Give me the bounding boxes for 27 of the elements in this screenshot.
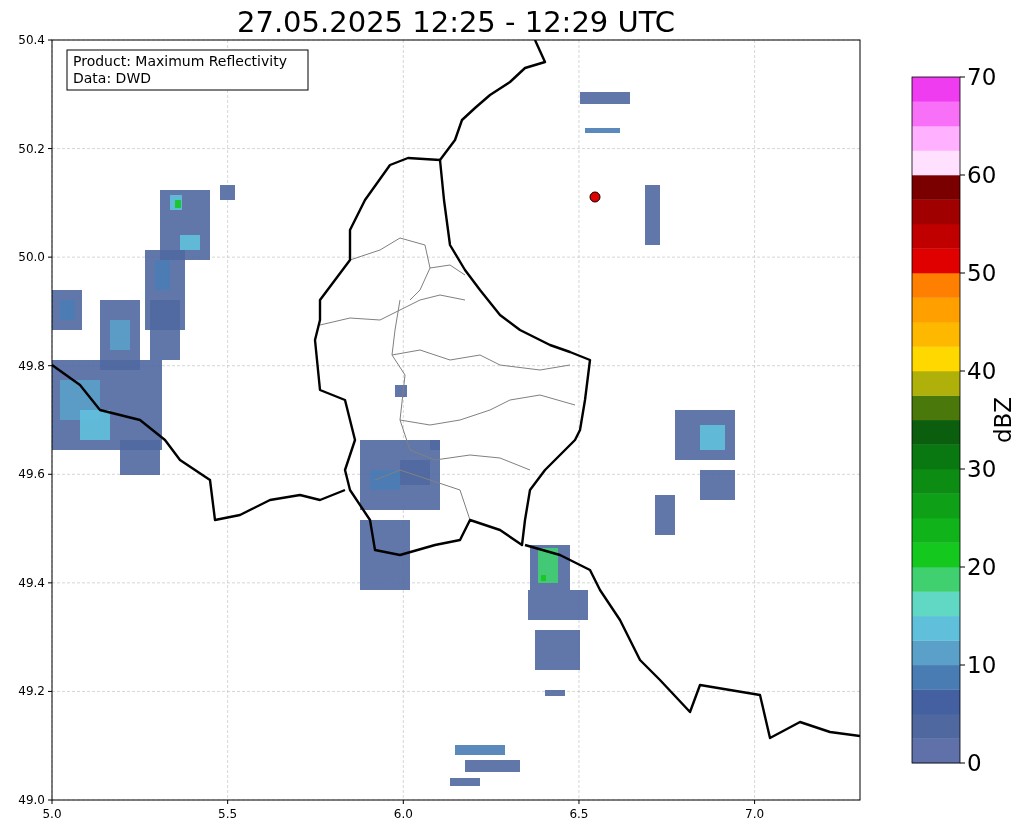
chart-title: 27.05.2025 12:25 - 12:29 UTC	[237, 5, 675, 39]
x-axis-tick-label: 6.5	[569, 807, 589, 821]
radar-echo	[450, 745, 520, 786]
colorbar-tick-label: 20	[967, 554, 997, 580]
colorbar-tick-label: 70	[967, 64, 997, 90]
colorbar-tick-label: 40	[967, 358, 997, 384]
y-axis-tick-label: 49.4	[18, 575, 45, 590]
y-axis-tick-label: 49.6	[18, 467, 45, 482]
y-axis-tick-label: 49.8	[18, 358, 45, 373]
colorbar-tick-label: 10	[967, 652, 997, 678]
y-axis-tick-label: 50.0	[18, 250, 45, 265]
colorbar-tick-label: 60	[967, 162, 997, 188]
x-axis-tick-label: 5.5	[218, 807, 238, 821]
colorbar-tick-label: 0	[967, 750, 982, 776]
x-axis-tick-label: 6.0	[393, 807, 413, 821]
x-axis-tick-label: 7.0	[745, 807, 765, 821]
y-axis-tick-label: 50.4	[18, 33, 45, 47]
colorbar-tick-label: 50	[967, 260, 997, 286]
x-axis-tick-label: 5.0	[42, 807, 62, 821]
y-axis-tick-label: 49.0	[18, 793, 45, 807]
info-text: Product: Maximum Reflectivity	[73, 53, 287, 69]
info-text: Data: DWD	[73, 70, 151, 86]
y-axis-tick-label: 50.2	[18, 141, 45, 156]
colorbar-tick-label: 30	[967, 456, 997, 482]
y-axis-tick-label: 49.2	[18, 684, 45, 699]
colorbar-label: dBZ	[990, 396, 1016, 444]
location-marker	[589, 191, 601, 203]
